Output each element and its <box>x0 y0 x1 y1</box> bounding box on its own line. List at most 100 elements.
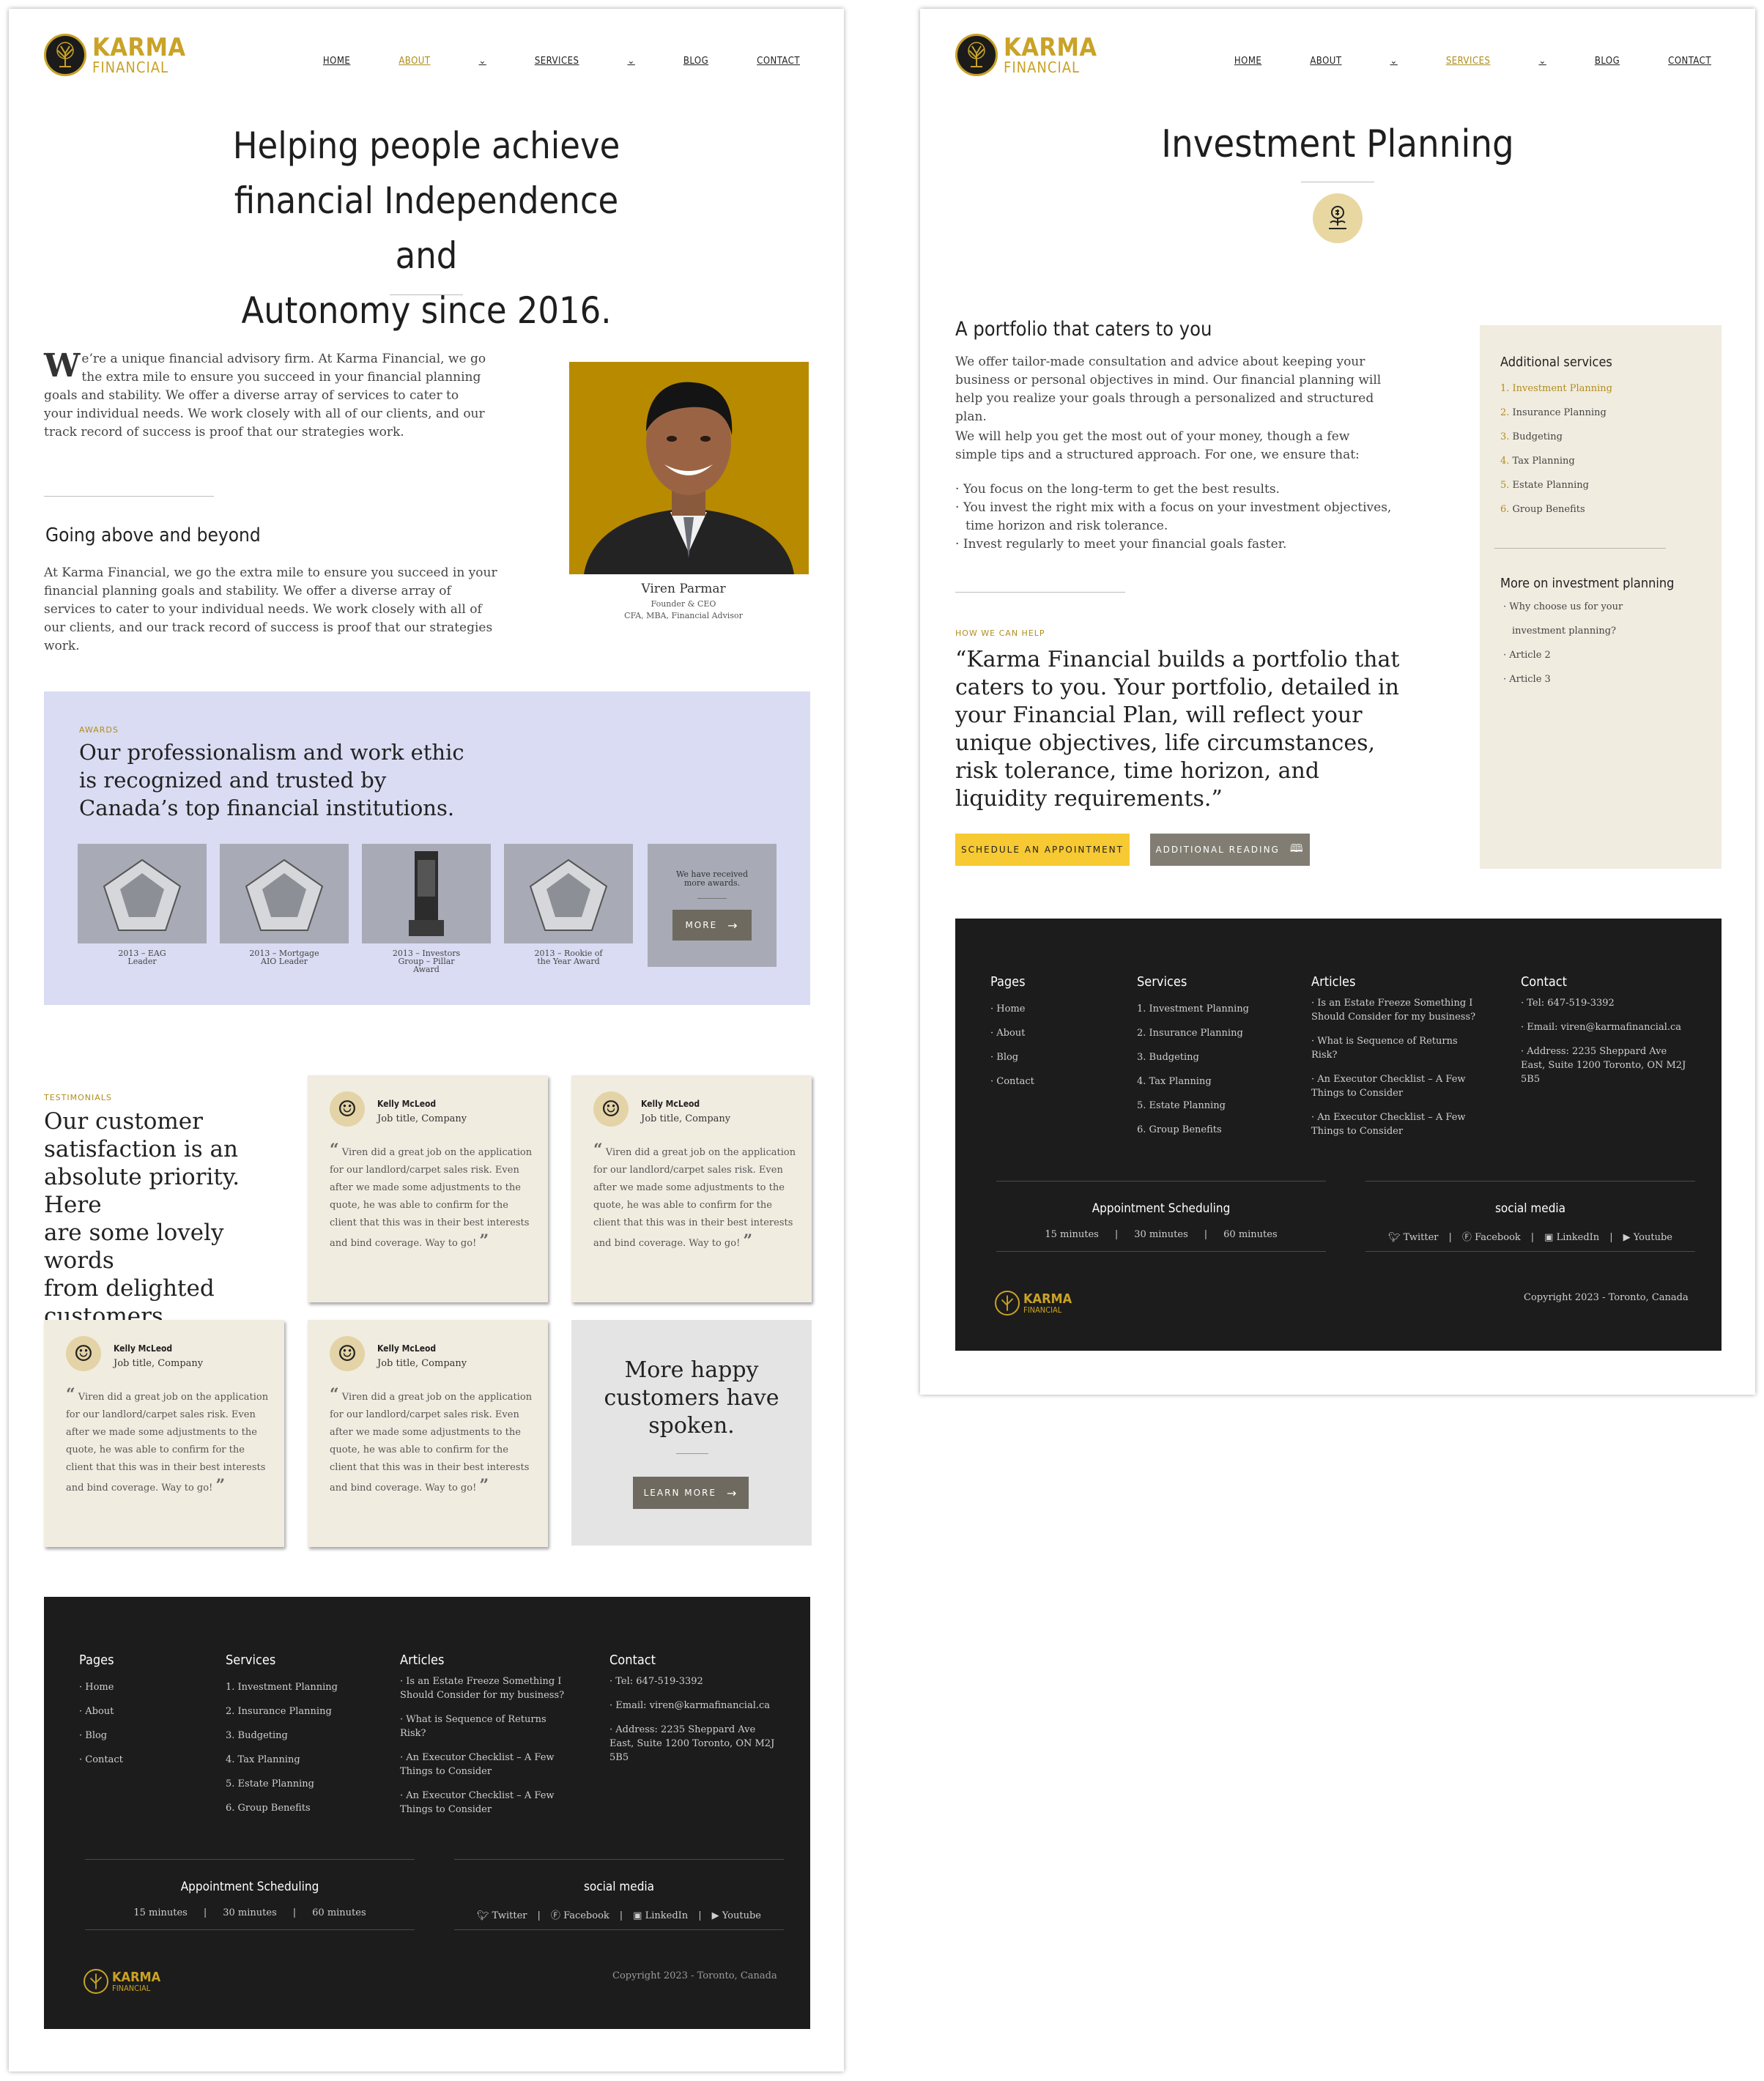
additional-services-list: 1. Investment Planning 2. Insurance Plan… <box>1500 376 1612 522</box>
additional-reading-button[interactable]: ADDITIONAL READING 🕮︎ <box>1150 834 1310 866</box>
appointment-option[interactable]: 15 minutes <box>1045 1229 1099 1240</box>
sidebar-article-link[interactable]: · Article 2 <box>1503 643 1623 667</box>
sidebar-item-number: 5. <box>1500 480 1510 491</box>
social-link-facebook[interactable]: Ⓕ Facebook <box>1462 1232 1521 1243</box>
section-title: Going above and beyond <box>45 524 261 546</box>
sidebar-item-investment-planning[interactable]: 1. Investment Planning <box>1500 376 1612 401</box>
social-link-twitter[interactable]: 🐦︎ Twitter <box>477 1910 527 1921</box>
footer-link[interactable]: · An Executor Checklist – A Few Things t… <box>1311 1110 1477 1138</box>
awards-heading: Our professionalism and work ethic is re… <box>79 738 464 822</box>
nav-services[interactable]: SERVICES ⌄ <box>535 56 635 67</box>
footer-link[interactable]: · Blog <box>990 1050 1034 1064</box>
appointment-option[interactable]: 15 minutes <box>133 1907 188 1918</box>
footer-link[interactable]: 4. Tax Planning <box>1137 1075 1249 1088</box>
footer-link[interactable]: · Is an Estate Freeze Something I Should… <box>400 1674 566 1702</box>
nav-contact[interactable]: CONTACT <box>1668 56 1711 67</box>
footer-link[interactable]: 1. Investment Planning <box>226 1680 338 1694</box>
footer-logo[interactable]: KARMA FINANCIAL <box>995 1291 1072 1316</box>
logo[interactable]: KARMA FINANCIAL <box>955 34 1097 76</box>
footer-link[interactable]: · About <box>79 1705 123 1718</box>
footer-link[interactable]: · About <box>990 1026 1034 1040</box>
nav-home[interactable]: HOME <box>323 56 350 67</box>
nav-about[interactable]: ABOUT ⌄ <box>1310 56 1398 67</box>
benefit-item: · Invest regularly to meet your financia… <box>955 537 1287 552</box>
testimonial-name: Kelly McLeod <box>114 1343 173 1354</box>
social-link-youtube[interactable]: ▶ Youtube <box>1623 1232 1672 1243</box>
testimonial-card: ☺ Kelly McLeod Job title, Company “ Vire… <box>571 1075 812 1302</box>
appointment-option[interactable]: 60 minutes <box>1223 1229 1278 1240</box>
footer-link[interactable]: 3. Budgeting <box>226 1729 338 1743</box>
social-link-youtube[interactable]: ▶ Youtube <box>712 1910 761 1921</box>
sidebar-item-budgeting[interactable]: 3. Budgeting <box>1500 425 1612 449</box>
sidebar-item-tax-planning[interactable]: 4. Tax Planning <box>1500 449 1612 473</box>
footer-link[interactable]: · What is Sequence of Returns Risk? <box>1311 1034 1477 1062</box>
footer-link[interactable]: 6. Group Benefits <box>1137 1123 1249 1137</box>
footer-link[interactable]: 2. Insurance Planning <box>226 1705 338 1718</box>
nav-contact[interactable]: CONTACT <box>757 56 800 67</box>
site-header: KARMA FINANCIAL HOME ABOUT ⌄ SERVICES ⌄ BL… <box>955 34 1711 85</box>
footer-link[interactable]: · Contact <box>79 1753 123 1767</box>
social-link-twitter[interactable]: 🐦︎ Twitter <box>1388 1232 1439 1243</box>
sidebar-item-group-benefits[interactable]: 6. Group Benefits <box>1500 497 1612 522</box>
footer-contact-item: · Address: 2235 Sheppard Ave East, Suite… <box>609 1724 775 1763</box>
footer-link[interactable]: 1. Investment Planning <box>1137 1002 1249 1016</box>
sidebar-article-link[interactable]: · Why choose us for your investment plann… <box>1503 595 1623 643</box>
footer-link[interactable]: · Is an Estate Freeze Something I Should… <box>1311 996 1477 1024</box>
social-label: Youtube <box>722 1910 761 1921</box>
footer-logo[interactable]: KARMA FINANCIAL <box>84 1969 160 1994</box>
award-image <box>362 844 491 943</box>
smiley-avatar-icon: ☺ <box>330 1091 365 1127</box>
logo[interactable]: KARMA FINANCIAL <box>44 34 186 76</box>
footer-link[interactable]: · Home <box>990 1002 1034 1016</box>
footer-contact-item[interactable]: · Tel: 647-519-3392 <box>609 1674 782 1688</box>
footer-link[interactable]: · Home <box>79 1680 123 1694</box>
testimonial-role: Job title, Company <box>641 1113 731 1124</box>
divider <box>955 592 1125 593</box>
footer-link[interactable]: · An Executor Checklist – A Few Things t… <box>1311 1072 1477 1100</box>
chevron-down-icon: ⌄ <box>627 56 635 67</box>
nav-blog[interactable]: BLOG <box>683 56 708 67</box>
footer-link[interactable]: · Contact <box>990 1075 1034 1088</box>
footer-contact-item[interactable]: · Email: viren@karmafinancial.ca <box>609 1699 782 1713</box>
footer-link[interactable]: · An Executor Checklist – A Few Things t… <box>400 1789 566 1817</box>
linkedin-icon: ▣ <box>1544 1232 1554 1243</box>
appointment-option[interactable]: 60 minutes <box>312 1907 366 1918</box>
social-link-linkedin[interactable]: ▣ LinkedIn <box>1544 1232 1599 1243</box>
footer-link[interactable]: · An Executor Checklist – A Few Things t… <box>400 1751 566 1778</box>
footer-pages-list: · Home · About · Blog · Contact <box>79 1680 123 1777</box>
footer-contact-item: · Address: 2235 Sheppard Ave East, Suite… <box>1521 1046 1686 1085</box>
sidebar-item-insurance-planning[interactable]: 2. Insurance Planning <box>1500 401 1612 425</box>
more-awards-button[interactable]: MORE → <box>672 910 752 941</box>
appointment-option[interactable]: 30 minutes <box>223 1907 277 1918</box>
separator: | <box>1114 1229 1119 1240</box>
nav-about[interactable]: ABOUT ⌄ <box>399 56 486 67</box>
footer-contact-item[interactable]: · Tel: 647-519-3392 <box>1521 996 1694 1010</box>
footer-contact-item[interactable]: · Email: viren@karmafinancial.ca <box>1521 1020 1694 1034</box>
footer-link[interactable]: · Blog <box>79 1729 123 1743</box>
footer-link[interactable]: 5. Estate Planning <box>226 1777 338 1791</box>
footer-link[interactable]: 4. Tax Planning <box>226 1753 338 1767</box>
testimonial-quote-text: Viren did a great job on the application… <box>330 1392 533 1494</box>
nav-blog[interactable]: BLOG <box>1595 56 1620 67</box>
footer-link[interactable]: 6. Group Benefits <box>226 1801 338 1815</box>
learn-more-button[interactable]: LEARN MORE → <box>633 1477 749 1509</box>
divider <box>697 898 727 899</box>
footer-link[interactable]: · What is Sequence of Returns Risk? <box>400 1713 566 1740</box>
more-testimonials-box: More happy customers have spoken. LEARN … <box>571 1320 812 1546</box>
sidebar-item-estate-planning[interactable]: 5. Estate Planning <box>1500 473 1612 497</box>
schedule-appointment-button[interactable]: SCHEDULE AN APPOINTMENT <box>955 834 1130 866</box>
footer-link[interactable]: 5. Estate Planning <box>1137 1099 1249 1113</box>
tree-logo-icon <box>955 34 998 76</box>
nav-services[interactable]: SERVICES ⌄ <box>1446 56 1546 67</box>
social-link-linkedin[interactable]: ▣ LinkedIn <box>633 1910 688 1921</box>
sidebar-article-link[interactable]: · Article 3 <box>1503 667 1623 691</box>
footer-link-label: What is Sequence of Returns Risk? <box>400 1714 546 1739</box>
footer-link-label: An Executor Checklist – A Few Things to … <box>1311 1112 1466 1137</box>
tree-logo-icon <box>44 34 86 76</box>
sidebar-article-label: Why choose us for your <box>1509 601 1623 612</box>
footer-link[interactable]: 2. Insurance Planning <box>1137 1026 1249 1040</box>
social-link-facebook[interactable]: Ⓕ Facebook <box>551 1910 609 1921</box>
footer-link[interactable]: 3. Budgeting <box>1137 1050 1249 1064</box>
appointment-option[interactable]: 30 minutes <box>1134 1229 1188 1240</box>
nav-home[interactable]: HOME <box>1234 56 1261 67</box>
